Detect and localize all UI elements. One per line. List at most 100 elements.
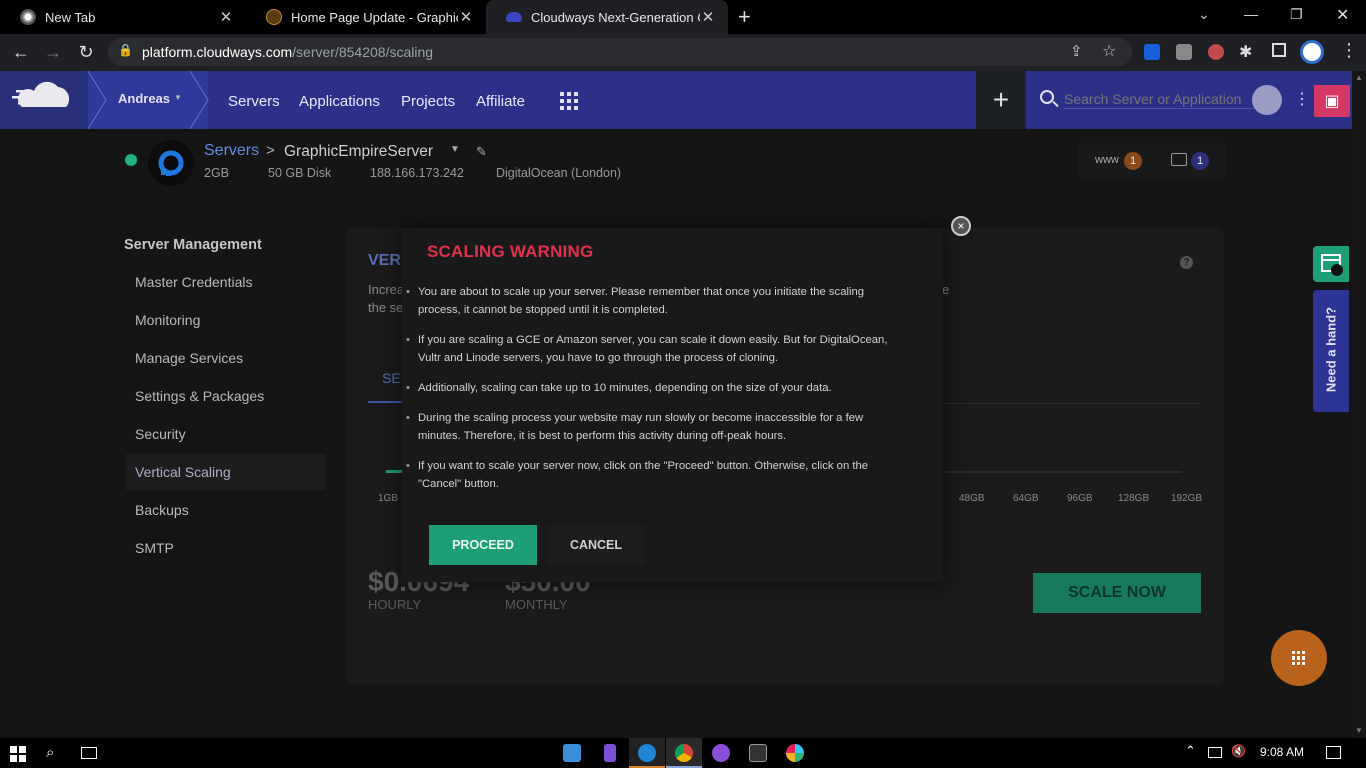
- gift-icon[interactable]: ▣: [1314, 85, 1350, 117]
- server-spec-ram: 2GB: [204, 166, 230, 180]
- sidebar-item-monitoring[interactable]: Monitoring: [126, 302, 326, 338]
- breadcrumb-separator: >: [266, 142, 275, 159]
- www-label[interactable]: www: [1095, 154, 1119, 166]
- page-scrollbar[interactable]: ▲ ▼: [1352, 71, 1366, 738]
- scale-tick-64gb[interactable]: 64GB: [1013, 493, 1039, 504]
- folder-icon[interactable]: [1171, 153, 1187, 166]
- tray-chevron-icon[interactable]: ⌃: [1185, 743, 1196, 759]
- share-icon[interactable]: ⇪: [1070, 42, 1083, 60]
- more-vertical-icon[interactable]: ⋮: [1294, 89, 1310, 109]
- minimize-window-icon[interactable]: —: [1244, 6, 1258, 22]
- warning-bullet-4: • During the scaling process your website…: [406, 412, 864, 442]
- clock-time[interactable]: 9:08 AM: [1260, 745, 1304, 759]
- forward-icon[interactable]: →: [42, 42, 64, 62]
- chrome-app-icon[interactable]: [675, 744, 693, 762]
- server-spec-disk: 50 GB Disk: [268, 166, 332, 180]
- scale-tick-96gb[interactable]: 96GB: [1067, 493, 1093, 504]
- hourly-label: HOURLY: [368, 597, 422, 612]
- folder-count-badge: 1: [1191, 152, 1209, 170]
- reload-icon[interactable]: ↻: [75, 42, 97, 62]
- server-provider: DigitalOcean (London): [496, 166, 622, 180]
- close-tab-icon[interactable]: ✕: [218, 8, 234, 26]
- extension-icon[interactable]: [1176, 44, 1192, 60]
- nav-projects[interactable]: Projects: [401, 93, 455, 110]
- app-top-nav: Andreas ▼ Servers Applications Projects …: [0, 71, 1352, 129]
- nav-servers[interactable]: Servers: [228, 93, 280, 110]
- bookmark-star-icon[interactable]: ☆: [1102, 41, 1116, 61]
- breadcrumb-servers[interactable]: Servers: [204, 142, 259, 160]
- close-tab-icon[interactable]: ✕: [700, 8, 716, 26]
- avatar[interactable]: [1252, 85, 1282, 115]
- terminal-app-icon[interactable]: [749, 744, 767, 762]
- server-search[interactable]: ⋮: [1026, 71, 1352, 129]
- need-a-hand-tab[interactable]: Need a hand?: [1313, 290, 1349, 412]
- tab-new-tab[interactable]: New Tab ✕: [0, 0, 246, 34]
- network-icon[interactable]: [1208, 747, 1222, 758]
- monthly-label: MONTHLY: [505, 597, 568, 612]
- card-description-line-1: Increa: [368, 282, 405, 297]
- warning-bullet-5: • If you want to scale your server now, c…: [406, 460, 869, 490]
- back-icon[interactable]: ←: [10, 42, 32, 62]
- close-tab-icon[interactable]: ✕: [458, 8, 474, 26]
- proceed-button[interactable]: PROCEED: [429, 525, 537, 565]
- desktop-app-icon[interactable]: [563, 744, 581, 762]
- sidebar-heading: Server Management: [124, 237, 262, 253]
- cancel-button[interactable]: CANCEL: [548, 525, 644, 565]
- close-window-icon[interactable]: ✕: [1336, 5, 1349, 25]
- nav-affiliate[interactable]: Affiliate: [476, 93, 525, 110]
- scale-tick-1gb[interactable]: 1GB: [378, 493, 398, 504]
- add-new-button[interactable]: +: [976, 71, 1026, 129]
- card-title: VER: [368, 252, 401, 269]
- tab-cloudways[interactable]: Cloudways Next-Generation Clou ✕: [486, 0, 728, 34]
- skype-app-icon[interactable]: [638, 744, 656, 762]
- sidebar-item-vertical-scaling[interactable]: Vertical Scaling: [126, 454, 326, 490]
- bitwarden-extension-icon[interactable]: [1144, 44, 1160, 60]
- schedule-call-icon[interactable]: [1313, 246, 1349, 282]
- sidebar-item-security[interactable]: Security: [126, 416, 326, 452]
- taskbar-search-icon[interactable]: ⌕: [46, 744, 54, 761]
- browser-menu-icon[interactable]: ⋮: [1340, 40, 1358, 61]
- close-dialog-icon[interactable]: ×: [951, 216, 971, 236]
- restore-window-icon[interactable]: ❐: [1290, 6, 1303, 23]
- apps-fab-button[interactable]: [1271, 630, 1327, 686]
- scale-tick-48gb[interactable]: 48GB: [959, 493, 985, 504]
- server-switch-caret-icon[interactable]: ▼: [450, 144, 460, 155]
- cloudways-favicon-icon: [506, 12, 522, 22]
- server-ip: 188.166.173.242: [370, 166, 464, 180]
- obsidian-app-icon[interactable]: [604, 744, 616, 762]
- search-input[interactable]: [1064, 89, 1260, 109]
- extensions-puzzle-icon[interactable]: ✱: [1239, 42, 1252, 62]
- browser-app-icon[interactable]: [712, 744, 730, 762]
- new-tab-button[interactable]: +: [738, 4, 751, 30]
- address-bar[interactable]: 🔒 platform.cloudways.com/server/854208/s…: [108, 38, 1132, 66]
- warning-bullet-3: • Additionally, scaling can take up to 10…: [406, 382, 832, 394]
- sidebar-item-settings-packages[interactable]: Settings & Packages: [126, 378, 326, 414]
- task-view-icon[interactable]: [81, 747, 97, 759]
- windows-start-icon[interactable]: [10, 746, 26, 762]
- windows-taskbar: ⌕ ⌃ 🔇 9:08 AM: [0, 738, 1366, 768]
- edit-pencil-icon[interactable]: ✎: [476, 144, 487, 160]
- sidebar-item-smtp[interactable]: SMTP: [126, 530, 326, 566]
- profile-avatar-icon[interactable]: [1300, 40, 1324, 64]
- side-panel-icon[interactable]: [1272, 43, 1286, 57]
- lock-icon[interactable]: 🔒: [118, 43, 133, 57]
- app-grid-icon[interactable]: [560, 92, 578, 110]
- server-status-dot: [125, 154, 137, 166]
- tab-search-chevron-icon[interactable]: ⌄: [1198, 6, 1210, 23]
- nav-arrow-dividers: [87, 71, 209, 129]
- volume-muted-icon[interactable]: 🔇: [1231, 744, 1246, 758]
- help-icon[interactable]: ?: [1180, 256, 1193, 269]
- nav-applications[interactable]: Applications: [299, 93, 380, 110]
- extension-icon[interactable]: [1208, 44, 1224, 60]
- slack-app-icon[interactable]: [786, 744, 804, 762]
- scale-tick-128gb[interactable]: 128GB: [1118, 493, 1149, 504]
- cloudways-logo[interactable]: [0, 71, 88, 129]
- sidebar-item-master-credentials[interactable]: Master Credentials: [126, 264, 326, 300]
- sidebar-item-backups[interactable]: Backups: [126, 492, 326, 528]
- scale-tick-192gb[interactable]: 192GB: [1171, 493, 1202, 504]
- tab-home-page-update[interactable]: Home Page Update - Graphic Em ✕: [246, 0, 486, 34]
- scale-now-button[interactable]: SCALE NOW: [1033, 573, 1201, 613]
- notifications-icon[interactable]: [1326, 746, 1341, 759]
- browser-tab-strip: New Tab ✕ Home Page Update - Graphic Em …: [0, 0, 1366, 34]
- sidebar-item-manage-services[interactable]: Manage Services: [126, 340, 326, 376]
